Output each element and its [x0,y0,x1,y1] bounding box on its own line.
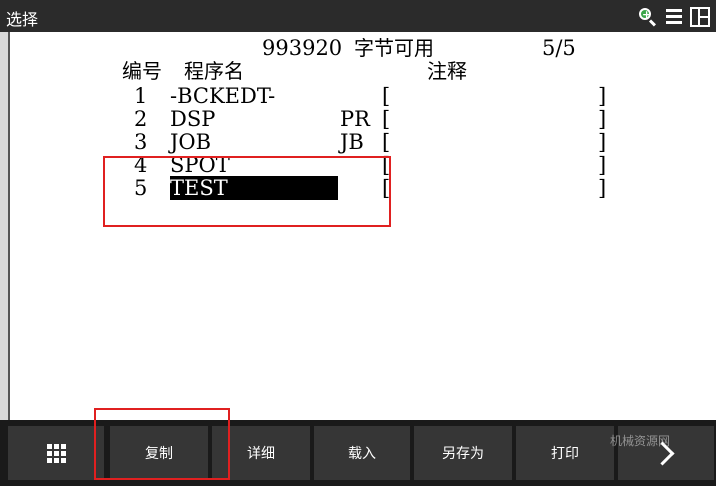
free-bytes: 993920 [262,36,343,60]
free-bytes-label: 字节可用 [354,36,434,60]
load-button[interactable]: 载入 [314,426,410,480]
program-type: JB [340,130,364,154]
program-type: PR [340,107,370,131]
title-bar: 选择 + [0,0,716,32]
watermark: 机械资源网 [610,434,671,448]
page-indicator: 5/5 [542,36,576,60]
layout-icon[interactable] [690,7,710,27]
menu-icon[interactable] [664,7,684,27]
apps-button[interactable] [8,426,104,480]
program-number: 1 [134,84,148,108]
comment-open-bracket: [ [382,130,391,154]
window-title: 选择 [6,10,39,29]
title-bar-icons: + [638,7,710,27]
zoom-in-icon[interactable]: + [638,7,658,27]
column-header-number: 编号 [122,59,162,83]
comment-close-bracket: ] [598,130,607,154]
column-header-comment: 注释 [427,59,467,83]
save-as-button[interactable]: 另存为 [414,426,512,480]
comment-close-bracket: ] [598,153,607,177]
comment-close-bracket: ] [598,176,607,200]
program-name: -BCKEDT- [170,84,276,108]
grid-icon [46,443,66,463]
program-number: 3 [134,130,148,154]
program-name: DSP [170,107,216,131]
comment-close-bracket: ] [598,84,607,108]
program-number: 2 [134,107,148,131]
print-button[interactable]: 打印 [516,426,614,480]
highlight-box-rows [103,156,391,227]
column-header-name: 程序名 [184,59,244,83]
comment-close-bracket: ] [598,107,607,131]
highlight-box-copy [94,408,230,480]
comment-open-bracket: [ [382,107,391,131]
program-name: JOB [170,130,212,154]
comment-open-bracket: [ [382,84,391,108]
